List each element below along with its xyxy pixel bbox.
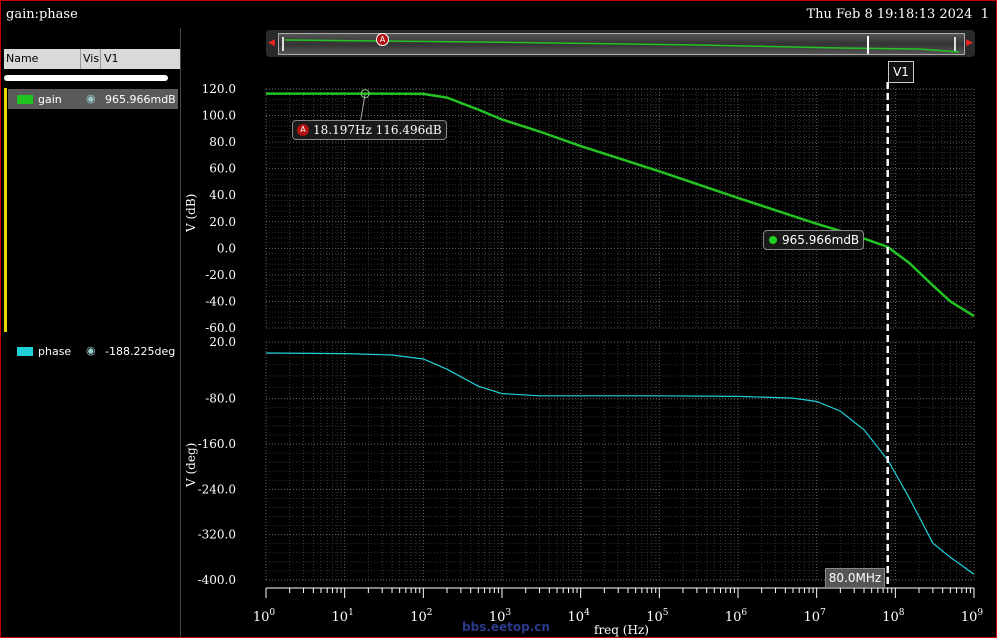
y-tick-label: -20.0 xyxy=(205,268,236,282)
x-tick-label: 106 xyxy=(725,608,748,625)
x-tick-label: 101 xyxy=(332,608,354,625)
watermark: bbs.eetop.cn xyxy=(462,620,550,634)
y-tick-label: -400.0 xyxy=(198,573,236,587)
y-tick-label: -320.0 xyxy=(198,528,236,542)
x-tick-label: 102 xyxy=(410,608,432,625)
y-tick-label: 0.0 xyxy=(217,241,236,255)
marker-a-icon: A xyxy=(297,124,309,136)
x-tick-label: 104 xyxy=(568,608,591,625)
x-axis-label: freq (Hz) xyxy=(594,623,649,637)
x-tick-label: 100 xyxy=(253,608,276,625)
y-tick-label: 60.0 xyxy=(209,162,236,176)
y-tick-label: 20.0 xyxy=(209,335,236,349)
y-tick-label: -40.0 xyxy=(205,294,236,308)
y-tick-label: -80.0 xyxy=(205,392,236,406)
gain-y-axis-label: V (dB) xyxy=(184,193,198,232)
cursor-freq-readout: 80.0MHz xyxy=(825,568,885,588)
y-tick-label: -160.0 xyxy=(198,437,236,451)
cursor-gain-value: 965.966mdB xyxy=(782,233,860,247)
x-tick-label: 109 xyxy=(961,608,984,625)
plot-area[interactable]: 120.0 100.0 80.0 60.0 40.0 20.0 0.0 -20.0 -40.0 -… xyxy=(0,0,997,638)
marker-a-readout[interactable]: A 18.197Hz 116.496dB xyxy=(292,120,447,140)
cursor-dot-icon xyxy=(769,236,777,244)
cursor-gain-readout[interactable]: 965.966mdB xyxy=(763,230,865,250)
x-tick-label: 107 xyxy=(804,608,827,625)
series-line-phase xyxy=(265,352,975,575)
y-tick-label: -60.0 xyxy=(205,321,236,335)
y-tick-label: -240.0 xyxy=(198,482,236,496)
y-tick-label: 20.0 xyxy=(209,215,236,229)
phase-y-axis-label: V (deg) xyxy=(184,442,198,487)
y-tick-label: 100.0 xyxy=(202,109,236,123)
x-tick-label: 108 xyxy=(882,608,905,625)
y-tick-label: 40.0 xyxy=(209,188,236,202)
x-tick-label: 105 xyxy=(646,608,669,625)
marker-a-value: 18.197Hz 116.496dB xyxy=(313,123,442,137)
cursor-v1-tag[interactable]: V1 xyxy=(888,61,914,83)
y-tick-label: 120.0 xyxy=(202,82,236,96)
y-tick-label: 80.0 xyxy=(209,135,236,149)
